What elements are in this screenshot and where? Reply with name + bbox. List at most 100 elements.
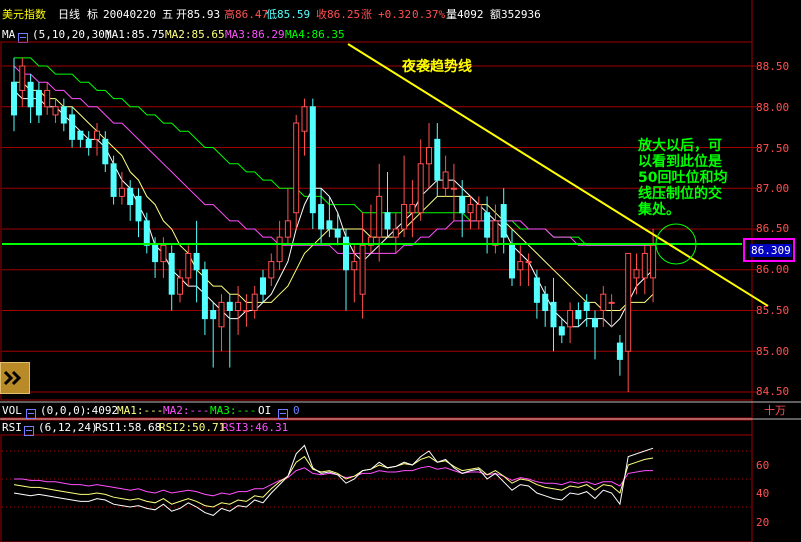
vol-unit: 十万: [764, 404, 786, 417]
candle-body: [168, 252, 175, 295]
candle-body: [235, 301, 242, 312]
rsi-label: RSI: [2, 421, 22, 434]
candle-body: [401, 204, 408, 230]
candle-body: [326, 220, 333, 230]
candle-body: [392, 228, 399, 238]
price-axis: 88.50 88.00 87.50 87.00 86.50 86.00 85.5…: [752, 0, 801, 400]
candle-body: [243, 310, 250, 312]
candle-body: [110, 163, 117, 197]
note-line: 线压制位的交: [638, 186, 722, 202]
candle-body: [260, 277, 266, 295]
candle-body: [69, 114, 76, 140]
ma1-line: [13, 90, 654, 328]
price-tick: 86.50: [756, 222, 790, 235]
candle-body: [35, 89, 42, 116]
price-tick: 84.50: [756, 385, 790, 398]
candle-body: [426, 147, 432, 165]
candle-body: [450, 187, 457, 190]
trendline-title: 夜袭趋势线: [402, 59, 472, 75]
candle-body: [409, 204, 416, 214]
ma2-line: [14, 81, 654, 311]
current-price-highlight: 86.309: [743, 238, 795, 262]
candle-body: [650, 244, 657, 279]
volume-legend: VOL (0,0,0) :4092 MA1:--- MA2:--- MA3:--…: [0, 404, 801, 420]
candle-body: [102, 138, 109, 165]
rsi-tick: 20: [756, 516, 770, 529]
candle-body: [600, 293, 607, 312]
candle-body: [616, 342, 623, 360]
candle-body: [442, 171, 449, 189]
rsi-params: (6,12,24): [38, 421, 98, 434]
candle-body: [94, 130, 100, 140]
oi-settings-icon[interactable]: [278, 407, 288, 420]
rsi-legend: RSI (6,12,24) RSI1:58.68 RSI2:50.71 RSI3…: [0, 421, 801, 437]
price-tick: 87.50: [756, 142, 790, 155]
candle-body: [592, 318, 598, 328]
candle-body: [376, 195, 383, 238]
candle-body: [575, 310, 582, 320]
candle-body: [193, 252, 200, 271]
rsi-axis: 60 40 20: [752, 440, 801, 542]
vol-params: (0,0,0): [40, 404, 87, 417]
candle-body: [85, 138, 92, 149]
candle-body: [351, 261, 358, 271]
note-line: 集处。: [638, 202, 680, 218]
rsi-panel-border: [0, 434, 753, 542]
rsi3-value: RSI3:46.31: [222, 421, 289, 434]
candle-body: [52, 106, 59, 116]
candle-body: [475, 204, 482, 222]
note-line: 50回吐位和均: [638, 170, 728, 186]
rsi-settings-icon[interactable]: [24, 424, 34, 437]
candle-body: [608, 301, 615, 304]
candle-body: [567, 310, 574, 328]
ma3-line: [13, 65, 654, 254]
price-tick: 87.00: [756, 182, 790, 195]
candle-body: [135, 195, 142, 222]
expand-arrow-button[interactable]: [0, 362, 30, 394]
rsi1-line: [13, 444, 654, 516]
candle-body: [19, 65, 26, 91]
vol-settings-icon[interactable]: [26, 407, 36, 420]
rsi1-value: RSI1:58.68: [95, 421, 162, 434]
rsi3-line: [14, 465, 654, 497]
candle-body: [334, 228, 341, 238]
candle-body: [641, 252, 648, 279]
price-chart[interactable]: [0, 0, 801, 542]
candle-body: [127, 187, 134, 206]
candle-body: [118, 187, 125, 197]
candle-body: [467, 204, 474, 214]
candle-body: [301, 106, 308, 132]
candle-body: [517, 261, 524, 271]
candle-body: [160, 244, 167, 263]
candle-body: [152, 244, 159, 263]
candle-body: [359, 244, 366, 295]
candle-body: [384, 212, 391, 230]
rsi-tick: 60: [756, 459, 770, 472]
candle-body: [525, 261, 532, 264]
candle-body: [583, 301, 590, 312]
candlesticks: [11, 57, 657, 392]
candle-body: [293, 122, 300, 214]
candle-body: [226, 301, 233, 312]
vol-ma1: MA1:---: [117, 404, 164, 417]
vol-value: :4092: [85, 404, 119, 417]
candle-body: [309, 106, 316, 214]
candle-body: [210, 310, 217, 320]
candle-body: [318, 204, 325, 230]
vol-ma2: MA2:---: [163, 404, 210, 417]
candle-body: [550, 301, 557, 328]
rsi-tick: 40: [756, 487, 770, 500]
vol-ma3: MA3:---: [210, 404, 257, 417]
candle-body: [276, 236, 283, 263]
candle-body: [484, 212, 491, 238]
ma4-line: [14, 57, 654, 246]
vol-label: VOL: [2, 404, 22, 417]
candle-body: [542, 293, 549, 312]
oi-label: OI: [258, 404, 272, 417]
note-line: 以看到此位是: [638, 154, 722, 170]
candle-body: [218, 301, 225, 328]
candle-body: [459, 195, 466, 214]
rsi2-value: RSI2:50.71: [159, 421, 226, 434]
annotation-note: 放大以后，可 以看到此位是 50回吐位和均 线压制位的交 集处。: [638, 138, 727, 218]
candle-body: [533, 277, 540, 303]
